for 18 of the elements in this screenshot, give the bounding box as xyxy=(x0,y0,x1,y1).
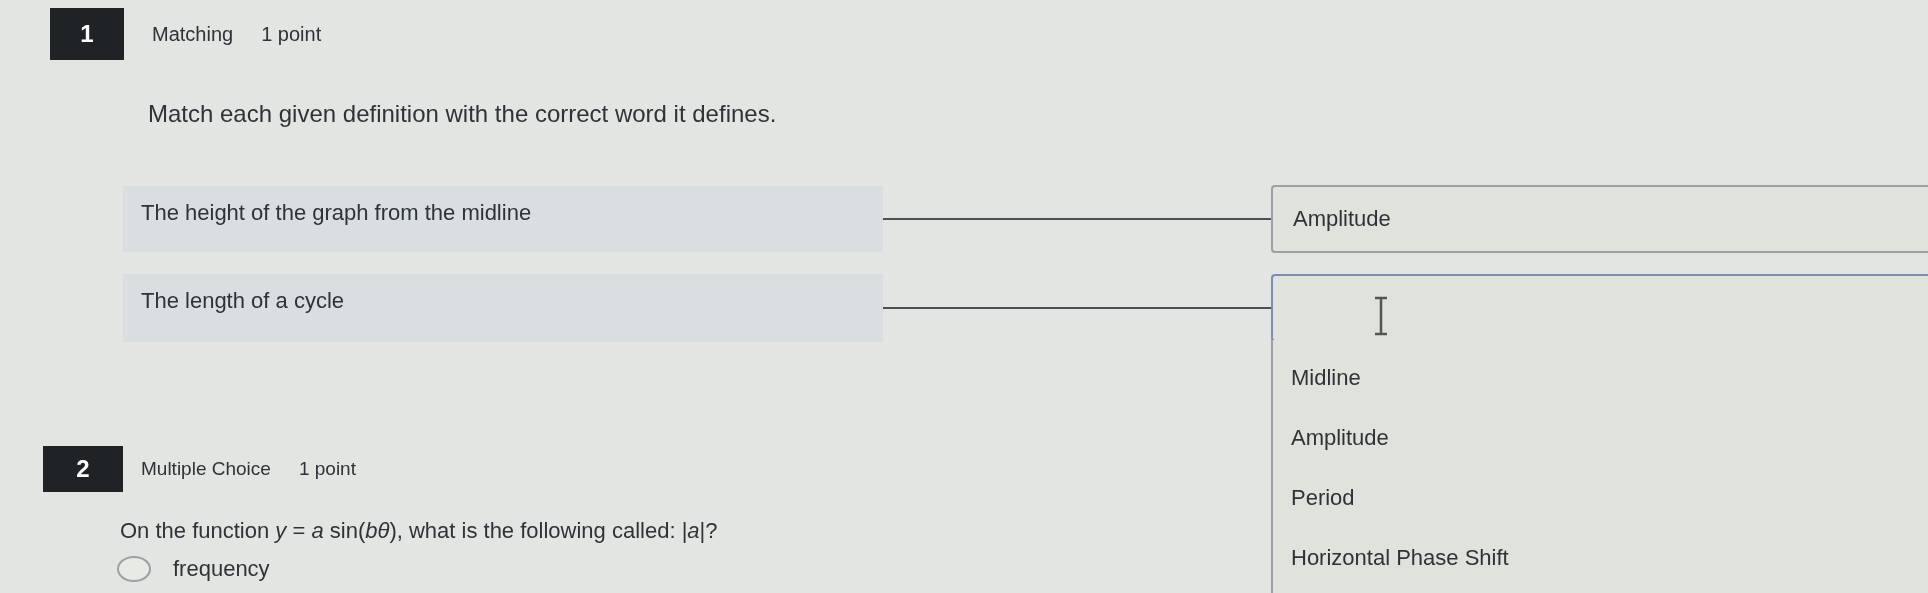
dropdown-option[interactable]: Midline xyxy=(1273,348,1928,408)
text-cursor-icon xyxy=(1373,296,1389,336)
question-type: Multiple Choice xyxy=(141,458,271,480)
question-points: 1 point xyxy=(298,458,356,480)
choice-label: frequency xyxy=(173,556,270,582)
definition-label: The height of the graph from the midline xyxy=(123,186,883,252)
dropdown-option[interactable]: Horizontal Phase Shift xyxy=(1273,528,1928,588)
radio-button[interactable] xyxy=(117,556,151,582)
question-prompt: On the function y = a sin(bθ), what is the following called: |a|? xyxy=(120,518,718,544)
answer-field[interactable]: Amplitude xyxy=(1271,185,1928,253)
dropdown-option[interactable]: Amplitude xyxy=(1273,408,1928,468)
question-type: Matching xyxy=(152,22,234,46)
question-points: 1 point xyxy=(261,22,322,46)
question-number: 2 xyxy=(43,446,123,492)
question-number: 1 xyxy=(50,8,124,60)
question-prompt: Match each given definition with the correct word it defines. xyxy=(148,100,778,128)
definition-label: The length of a cycle xyxy=(123,274,883,342)
dropdown-option[interactable]: Period xyxy=(1273,468,1928,528)
